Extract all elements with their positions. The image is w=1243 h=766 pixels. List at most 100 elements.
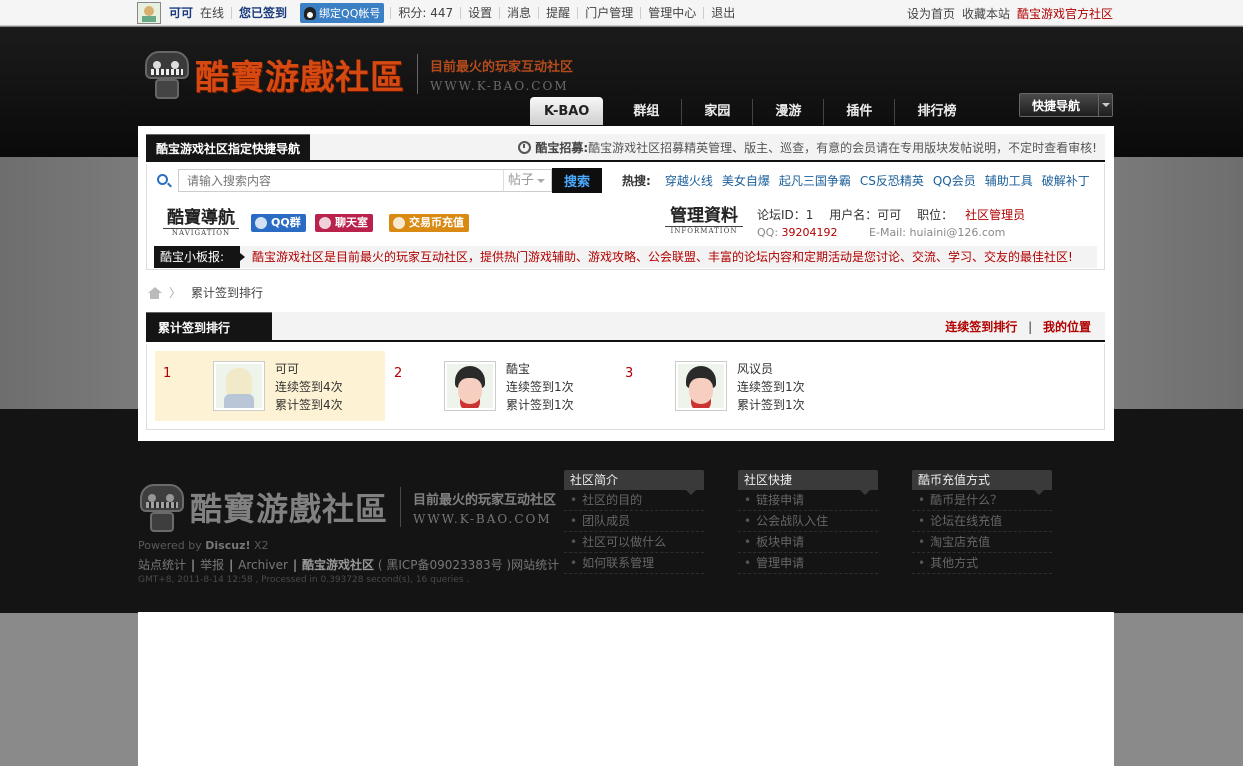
footer-link[interactable]: 社区的目的 — [564, 490, 704, 511]
nav-tab-groups[interactable]: 群组 — [611, 99, 683, 125]
qq-number: 39204192 — [781, 226, 838, 239]
hot-search-link[interactable]: 起凡三国争霸 — [779, 164, 851, 198]
search-icon — [157, 174, 168, 185]
site-name-link[interactable]: 酷宝游戏社区 — [302, 558, 374, 572]
messages-link[interactable]: 消息 — [499, 7, 538, 19]
ranking-title: 累计签到排行 — [146, 312, 272, 342]
hot-search-link[interactable]: 美女自爆 — [722, 164, 770, 198]
rank-number: 3 — [625, 366, 634, 381]
my-position-link[interactable]: 我的位置 — [1043, 320, 1091, 334]
hot-searches: 热搜: 穿越火线 美女自爆 起凡三国争霸 CS反恐精英 QQ会员 辅助工具 破解… — [622, 164, 1090, 198]
icp-info[interactable]: ( 黑ICP备09023383号 )网站统计 — [378, 558, 559, 572]
main-nav: K-BAO 群组 家园 漫游 插件 排行榜 — [530, 95, 978, 125]
user-name: 用户名：可可 — [829, 208, 902, 222]
nav-tab-rankings[interactable]: 排行榜 — [895, 99, 978, 125]
portal-admin-link[interactable]: 门户管理 — [577, 7, 640, 19]
footer-link[interactable]: 淘宝店充值 — [912, 532, 1052, 553]
rank-user-name[interactable]: 风议员 — [737, 360, 773, 377]
mascot-icon — [138, 478, 186, 536]
breadcrumb: 〉 累计签到排行 — [148, 284, 263, 301]
nav-tab-plugins[interactable]: 插件 — [824, 99, 896, 125]
footer-column: 酷币充值方式 酷币是什么？ 论坛在线充值 淘宝店充值 其他方式 — [912, 470, 1052, 574]
rank-number: 1 — [163, 366, 172, 381]
avatar[interactable] — [675, 361, 727, 411]
footer-link[interactable]: 板块申请 — [738, 532, 878, 553]
footer-link[interactable]: 管理申请 — [738, 553, 878, 574]
footer-link[interactable]: 其他方式 — [912, 553, 1052, 574]
breadcrumb-separator: 〉 — [169, 286, 182, 300]
official-community-link[interactable]: 酷宝游戏官方社区 — [1017, 5, 1113, 22]
quick-nav-label: 快捷导航 — [1032, 98, 1081, 113]
discuz-link[interactable]: Discuz! — [205, 539, 250, 552]
qq-group-button[interactable]: QQ群 — [251, 214, 306, 232]
admin-center-link[interactable]: 管理中心 — [640, 7, 703, 19]
ranking-item: 3 风议员 连续签到1次 累计签到1次 — [617, 351, 847, 421]
user-avatar-icon[interactable] — [137, 2, 161, 24]
hot-search-link[interactable]: 破解补丁 — [1042, 164, 1090, 198]
rank-user-name[interactable]: 可可 — [275, 360, 299, 377]
search-input[interactable] — [178, 169, 504, 192]
top-bar-right: 设为首页 收藏本站 酷宝游戏官方社区 — [907, 0, 1113, 26]
logout-link[interactable]: 退出 — [703, 7, 742, 19]
username-link[interactable]: 可可 — [169, 7, 200, 19]
ranking-links: 连续签到排行 | 我的位置 — [945, 320, 1091, 334]
ticker-label: 酷宝小板报: — [154, 246, 245, 268]
hot-search-link[interactable]: CS反恐精英 — [860, 164, 924, 198]
recharge-button[interactable]: 交易币充值 — [389, 214, 469, 232]
search-button[interactable]: 搜索 — [552, 168, 602, 193]
qq-label: QQ: — [757, 226, 779, 239]
chatroom-button[interactable]: 聊天室 — [315, 214, 373, 232]
recruit-notice: 酷宝招募:酷宝游戏社区招募精英管理、版主、巡查，有意的会员请在专用版块发帖说明，… — [518, 134, 1097, 162]
server-info: GMT+8, 2011-8-14 12:58 , Processed in 0.… — [138, 575, 470, 585]
footer-link[interactable]: 团队成员 — [564, 511, 704, 532]
hot-search-link[interactable]: QQ会员 — [933, 164, 976, 198]
ranking-item: 1 可可 连续签到4次 累计签到4次 — [155, 351, 385, 421]
settings-link[interactable]: 设置 — [460, 7, 499, 19]
quick-nav-button[interactable]: 快捷导航 — [1019, 93, 1113, 117]
report-link[interactable]: 举报 — [200, 558, 224, 572]
footer-column-title: 社区快捷 — [738, 470, 878, 495]
site-logo[interactable]: 酷寶游戲社區 目前最火的玩家互动社区 WWW.K-BAO.COM — [143, 45, 573, 103]
rank-user-name[interactable]: 酷宝 — [506, 360, 530, 377]
breadcrumb-current: 累计签到排行 — [191, 286, 264, 300]
archiver-link[interactable]: Archiver — [238, 558, 288, 572]
points-link[interactable]: 积分: 447 — [390, 7, 460, 19]
footer-links: 站点统计 | 举报 | Archiver | 酷宝游戏社区 ( 黑ICP备09023383号… — [138, 558, 560, 572]
footer-column-title: 酷币充值方式 — [912, 470, 1052, 495]
clock-icon — [518, 141, 532, 154]
avatar[interactable] — [444, 361, 496, 411]
information-logo: 管理資料 INFORMATION — [665, 206, 743, 236]
search-type-select[interactable]: 帖子 — [503, 169, 552, 192]
footer-link[interactable]: 公会战队入住 — [738, 511, 878, 532]
bind-qq-button[interactable]: 绑定QQ帐号 — [300, 3, 385, 23]
nav-tab-roam[interactable]: 漫游 — [753, 99, 825, 125]
hot-search-link[interactable]: 辅助工具 — [985, 164, 1033, 198]
home-icon[interactable] — [148, 286, 162, 299]
search-row: 帖子 搜索 热搜: 穿越火线 美女自爆 起凡三国争霸 CS反恐精英 QQ会员 辅… — [146, 164, 1105, 198]
footer-logo: 酷寶游戲社區 目前最火的玩家互动社区 WWW.K-BAO.COM — [138, 478, 556, 536]
bookmark-link[interactable]: 收藏本站 — [962, 5, 1010, 22]
nav-tab-home[interactable]: 家园 — [682, 99, 754, 125]
online-status[interactable]: 在线 — [200, 7, 231, 19]
avatar[interactable] — [213, 361, 265, 411]
footer-link[interactable]: 社区可以做什么 — [564, 532, 704, 553]
set-homepage-link[interactable]: 设为首页 — [907, 5, 955, 22]
nav-tab-kbao[interactable]: K-BAO — [530, 97, 604, 125]
logo-text: 酷寶游戲社區 — [195, 57, 405, 98]
footer-link[interactable]: 论坛在线充值 — [912, 511, 1052, 532]
logo-divider — [417, 54, 418, 94]
signed-in-link[interactable]: 您已签到 — [231, 7, 294, 19]
ticker-text[interactable]: 酷宝游戏社区是目前最火的玩家互动社区，提供热门游戏辅助、游戏攻略、公会联盟、丰富… — [252, 246, 1073, 268]
site-stats-link[interactable]: 站点统计 — [138, 558, 186, 572]
powered-by: Powered by Discuz! X2 — [138, 539, 269, 552]
reminders-link[interactable]: 提醒 — [538, 7, 577, 19]
logo-slogan: 目前最火的玩家互动社区 WWW.K-BAO.COM — [430, 59, 574, 93]
hot-search-label: 热搜: — [622, 174, 651, 188]
hot-search-link[interactable]: 穿越火线 — [665, 164, 713, 198]
footer: 酷寶游戲社區 目前最火的玩家互动社区 WWW.K-BAO.COM Powered… — [138, 440, 1114, 612]
bind-qq-label: 绑定QQ帐号 — [319, 7, 381, 20]
footer-link[interactable]: 链接申请 — [738, 490, 878, 511]
continuous-ranking-link[interactable]: 连续签到排行 — [945, 320, 1017, 334]
footer-link[interactable]: 酷币是什么？ — [912, 490, 1052, 511]
footer-link[interactable]: 如何联系管理 — [564, 553, 704, 574]
